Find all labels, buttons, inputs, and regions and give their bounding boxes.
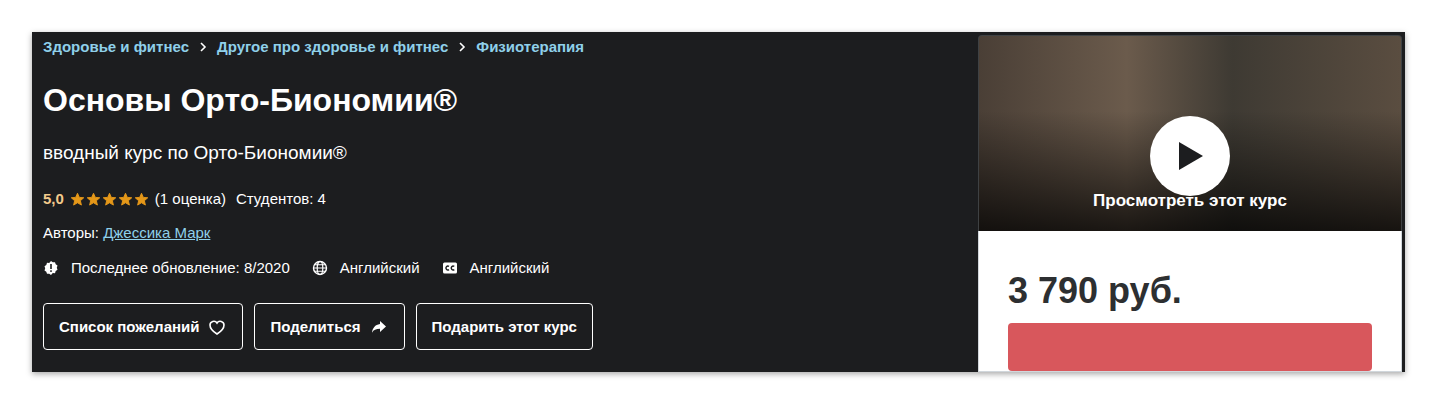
chevron-right-icon xyxy=(456,41,468,53)
star-icon xyxy=(118,192,133,207)
closed-captions-icon xyxy=(442,260,458,276)
meta-item: Английский xyxy=(442,258,550,278)
wishlist-button[interactable]: Список пожеланий xyxy=(43,303,243,350)
authors-row: Авторы: Джессика Марк xyxy=(43,223,978,243)
badge-alert-icon xyxy=(43,260,59,276)
preview-label: Просмотреть этот курс xyxy=(1093,190,1287,212)
purchase-card: Просмотреть этот курс 3 790 руб. xyxy=(978,35,1402,372)
heart-icon xyxy=(207,317,227,337)
course-subtitle: вводный курс по Орто-Биономии® xyxy=(43,140,978,166)
star-icon xyxy=(70,192,85,207)
breadcrumb-link[interactable]: Физиотерапия xyxy=(476,37,584,57)
rating-row: 5,0 (1 оценка) Студентов: 4 xyxy=(43,189,978,209)
meta-text: Английский xyxy=(340,258,420,278)
button-label: Поделиться xyxy=(270,318,360,335)
buy-box: 3 790 руб. xyxy=(978,231,1402,372)
meta-item: Последнее обновление: 8/2020 xyxy=(43,258,290,278)
authors-label: Авторы: xyxy=(43,224,99,241)
add-to-cart-button[interactable] xyxy=(1008,323,1372,371)
star-icon xyxy=(134,192,149,207)
meta-text: Английский xyxy=(470,258,550,278)
breadcrumbs: Здоровье и фитнес Другое про здоровье и ф… xyxy=(43,37,978,57)
meta-row: Последнее обновление: 8/2020 Английский Ан… xyxy=(43,258,978,278)
play-icon xyxy=(1175,140,1205,172)
course-preview[interactable]: Просмотреть этот курс xyxy=(978,35,1402,231)
breadcrumb-link[interactable]: Другое про здоровье и фитнес xyxy=(217,37,448,57)
rating-value: 5,0 xyxy=(43,189,64,209)
button-label: Подарить этот курс xyxy=(432,318,577,335)
star-icon xyxy=(86,192,101,207)
meta-text: Последнее обновление: 8/2020 xyxy=(71,258,290,278)
course-title: Основы Орто-Биономии® xyxy=(43,78,978,122)
course-header: Здоровье и фитнес Другое про здоровье и ф… xyxy=(32,32,1405,372)
course-price: 3 790 руб. xyxy=(1008,269,1372,313)
author-link[interactable]: Джессика Марк xyxy=(103,224,210,241)
students-count: Студентов: 4 xyxy=(236,189,326,209)
share-arrow-icon xyxy=(369,317,389,337)
globe-icon xyxy=(312,260,328,276)
gift-button[interactable]: Подарить этот курс xyxy=(416,303,593,350)
action-buttons: Список пожеланий Поделиться Подарить этот … xyxy=(43,303,978,350)
share-button[interactable]: Поделиться xyxy=(254,303,404,350)
play-button[interactable] xyxy=(1150,116,1230,196)
star-rating xyxy=(70,192,149,207)
chevron-right-icon xyxy=(197,41,209,53)
rating-count[interactable]: (1 оценка) xyxy=(155,189,226,209)
course-info: Здоровье и фитнес Другое про здоровье и ф… xyxy=(32,32,978,372)
breadcrumb-link[interactable]: Здоровье и фитнес xyxy=(43,37,189,57)
star-icon xyxy=(102,192,117,207)
meta-item: Английский xyxy=(312,258,420,278)
button-label: Список пожеланий xyxy=(59,318,199,335)
